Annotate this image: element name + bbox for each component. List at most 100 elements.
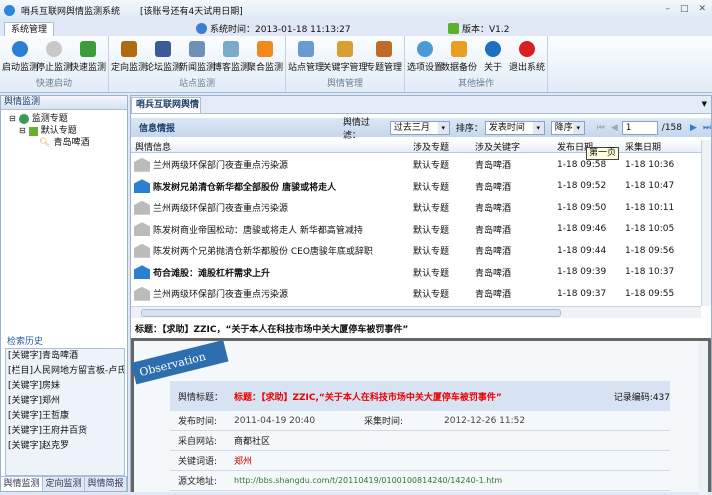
globe-icon — [18, 114, 29, 124]
history-item[interactable]: [关键字]郑州 — [6, 394, 124, 409]
history-item[interactable]: [关键字]青岛啤酒 — [6, 349, 124, 364]
table-row[interactable]: 陈发树两个兄弟抛清仓新华都股份 CEO唐骏年底或辞职 默认专题 青岛啤酒 1-18 0… — [131, 240, 701, 262]
order-select[interactable]: 降序 ▾ — [550, 120, 585, 135]
page-input[interactable]: 1 — [621, 120, 658, 135]
facebook-icon — [155, 41, 171, 57]
cell-title: 兰州两级环保部门夜查重点污染源 — [131, 157, 413, 172]
left-panel-title: 舆情监测 — [1, 96, 127, 110]
table-row[interactable]: 兰州两级环保部门夜查重点污染源 默认专题 青岛啤酒 1-18 09:37 1-18 09… — [131, 283, 701, 305]
column-header[interactable]: 涉及关键字 — [475, 140, 549, 153]
filter-select[interactable]: 过去三月 ▾ — [389, 120, 450, 135]
ribbon-button[interactable]: 论坛监测 — [145, 38, 181, 78]
ribbon-button[interactable]: 定向监测 — [111, 38, 147, 78]
ribbon-button[interactable]: 聚合监测 — [247, 38, 283, 78]
close-button[interactable]: ✕ — [698, 4, 706, 14]
ribbon-button-label: 站点管理 — [288, 63, 325, 73]
vertical-scrollbar[interactable] — [701, 140, 711, 306]
total-pages: /158 — [661, 122, 682, 133]
column-header[interactable]: 采集日期 — [621, 140, 701, 153]
history-item[interactable]: [栏目]人民网地方留言板-卢氏 — [6, 364, 124, 379]
ribbon-button[interactable]: 停止监测 — [36, 38, 72, 78]
clipboard-icon — [376, 41, 392, 57]
ribbon-button-label: 专题管理 — [366, 63, 403, 73]
history-item[interactable]: [关键字]赵克罗 — [6, 439, 124, 454]
kw-label: 关键词语: — [178, 457, 218, 467]
cell-title: 陈发树两个兄弟抛清仓新华都股份 CEO唐骏年底或辞职 — [131, 243, 413, 258]
minimize-button[interactable]: – — [665, 4, 670, 14]
tree-node-root[interactable]: ⊟ 监测专题 — [9, 113, 127, 125]
cell-topic: 默认专题 — [413, 161, 450, 172]
robot-icon — [189, 41, 205, 57]
ribbon-button[interactable]: 数据备份 — [441, 38, 478, 78]
ribbon-button[interactable]: 关键字管理 — [323, 38, 368, 78]
ribbon-button[interactable]: 专题管理 — [366, 38, 403, 78]
table-row[interactable]: 兰州两级环保部门夜查重点污染源 默认专题 青岛啤酒 1-18 09:50 1-18 10… — [131, 197, 701, 219]
history-item[interactable]: [关键字]房妹 — [6, 379, 124, 394]
history-item[interactable]: [关键字]王哲康 — [6, 409, 124, 424]
table-row[interactable]: 陈发树兄弟清仓新华都全部股份 唐骏或将走人 默认专题 青岛啤酒 1-18 09:52 1… — [131, 176, 701, 198]
maximize-button[interactable]: □ — [680, 4, 689, 14]
cell-topic: 默认专题 — [413, 247, 450, 258]
row-title: 苟合滩股：滩股杠杆需求上升 — [153, 268, 271, 279]
site-label: 采自网站: — [178, 437, 218, 447]
horizontal-scrollbar[interactable] — [131, 306, 701, 318]
table-row[interactable]: 陈发树商业帝国松动：唐骏或将走人 新华都高管减持 默认专题 青岛啤酒 1-18 09:… — [131, 219, 701, 241]
read-mail-icon — [134, 286, 150, 301]
ribbon-button[interactable]: 新闻监测 — [179, 38, 216, 78]
ribbon-button-label: 新闻监测 — [179, 63, 216, 73]
bottom-tab[interactable]: 定向监测 — [43, 477, 85, 491]
title-label: 舆情标题： — [178, 392, 224, 403]
tab-sentinel[interactable]: 哨兵互联网舆情 — [131, 97, 201, 113]
thumbs-up-icon — [448, 23, 459, 34]
history-item[interactable]: [关键字]王府井百货 — [6, 424, 124, 439]
folder-icon — [28, 126, 38, 136]
table-row[interactable]: 苟合滩股：滩股杠杆需求上升 默认专题 青岛啤酒 1-18 09:39 1-18 10:3… — [131, 262, 701, 284]
ribbon-button[interactable]: 关于 — [476, 38, 510, 78]
ribbon-button[interactable]: 退出系统 — [509, 38, 545, 78]
cell-title: 陈发树兄弟清仓新华都全部股份 唐骏或将走人 — [131, 179, 413, 194]
topic-tree: ⊟ 监测专题 ⊟ 默认专题 🔍︎ 青岛啤酒 — [1, 110, 127, 149]
app-title: 哨兵互联网舆情监测系统 — [21, 6, 121, 17]
source-url-link[interactable]: http://bbs.shangdu.com/t/20110419/010010… — [234, 476, 502, 485]
info-icon — [485, 41, 501, 57]
scroll-thumb[interactable] — [141, 309, 561, 317]
cell-pub: 1-18 09:46 — [557, 224, 607, 235]
ribbon-button[interactable]: 站点管理 — [288, 38, 325, 78]
chevron-down-icon: ▾ — [572, 121, 584, 134]
ribbon-button-label: 数据备份 — [441, 63, 478, 73]
next-page-icon[interactable]: ▶ — [690, 123, 697, 133]
ribbon-group: 定向监测 论坛监测 新闻监测 博客监测 聚合监测 站点监测 — [109, 36, 286, 92]
first-page-icon[interactable]: ⏮ — [597, 123, 605, 133]
tree-node-default[interactable]: ⊟ 默认专题 — [9, 125, 127, 137]
row-title: 陈发树两个兄弟抛清仓新华都股份 CEO唐骏年底或辞职 — [153, 247, 373, 258]
tab-system[interactable]: 系统管理 — [4, 22, 54, 37]
bottom-tab[interactable]: 舆情简报 — [85, 477, 127, 491]
trial-notice: [该账号还有4天试用日期] — [140, 6, 243, 17]
cell-col: 1-18 09:56 — [625, 245, 675, 256]
detail-title: 标题：【求助】ZZIC,“关于本人在科技市场中关大厦停车被罚事件” — [234, 392, 502, 403]
cell-topic: 默认专题 — [413, 182, 450, 193]
ribbon-button[interactable]: 选项设置 — [407, 38, 443, 78]
read-mail-icon — [134, 157, 150, 172]
ribbon-button-label: 关于 — [483, 63, 502, 73]
last-page-icon[interactable]: ⏭ — [703, 123, 711, 133]
column-header[interactable]: 涉及专题 — [413, 140, 475, 153]
key-icon — [337, 41, 353, 57]
cell-col: 1-18 10:11 — [625, 202, 675, 213]
cell-topic: 默认专题 — [413, 290, 450, 301]
tree-node-keyword[interactable]: 🔍︎ 青岛啤酒 — [9, 137, 127, 149]
ribbon-button[interactable]: 快速监测 — [70, 38, 106, 78]
prev-page-icon[interactable]: ◀ — [611, 123, 618, 133]
ribbon-button[interactable]: 博客监测 — [213, 38, 249, 78]
tab-dropdown-icon[interactable]: ▼ — [702, 100, 707, 108]
sort-select[interactable]: 发表时间 ▾ — [484, 120, 545, 135]
row-title: 兰州两级环保部门夜查重点污染源 — [153, 290, 289, 301]
ribbon-button[interactable]: 启动监测 — [2, 38, 38, 78]
detail-scrollbar[interactable] — [698, 341, 708, 495]
column-header[interactable]: 舆情信息 — [131, 140, 413, 153]
tooltip: 第一页 — [586, 147, 620, 160]
kw-value: 郑州 — [234, 457, 253, 467]
site-value: 商都社区 — [234, 437, 271, 447]
cell-pub: 1-18 09:39 — [557, 267, 607, 278]
bottom-tab[interactable]: 舆情监测 — [1, 477, 43, 491]
